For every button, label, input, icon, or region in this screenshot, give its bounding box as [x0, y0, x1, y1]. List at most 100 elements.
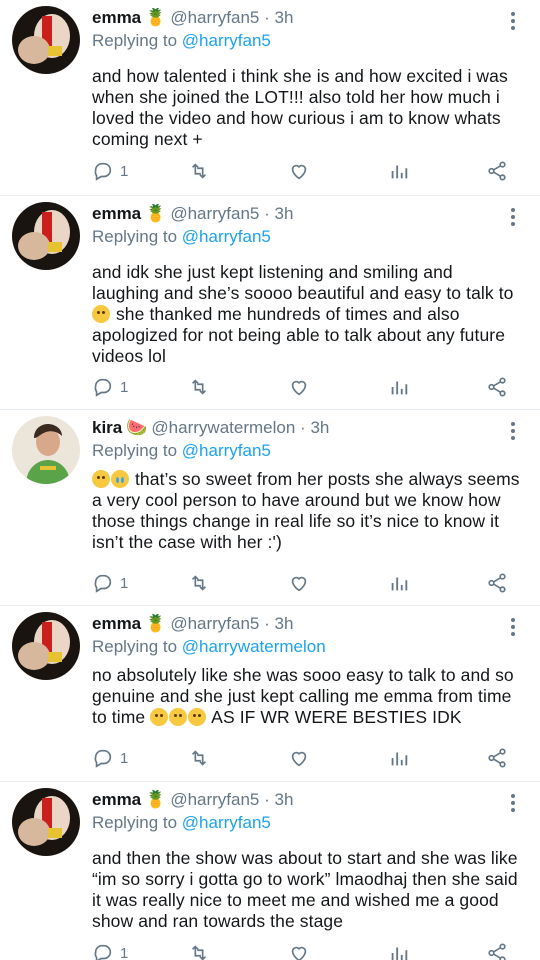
- tweet[interactable]: emma 🍍 @harryfan5 · 3h Replying to @harryw…: [0, 606, 540, 782]
- replying-to-label: Replying to: [92, 227, 178, 246]
- tweet-text: and then the show was about to start and…: [92, 848, 518, 931]
- display-name[interactable]: emma: [92, 8, 141, 27]
- like-button[interactable]: [288, 375, 310, 399]
- reply-count: 1: [120, 574, 129, 592]
- share-icon: [488, 943, 506, 960]
- avatar[interactable]: [12, 416, 80, 484]
- analytics-icon: [391, 381, 408, 395]
- avatar[interactable]: [12, 6, 80, 74]
- replying-to-label: Replying to: [92, 813, 178, 832]
- separator: ·: [264, 204, 270, 223]
- mention-link[interactable]: @harryfan5: [182, 813, 271, 832]
- replying-to-label: Replying to: [92, 31, 178, 50]
- retweet-icon: [191, 163, 207, 179]
- display-name[interactable]: emma: [92, 790, 141, 809]
- user-handle[interactable]: @harryfan5: [170, 8, 259, 27]
- analytics-button[interactable]: [388, 571, 410, 595]
- smiling-face-emoji: [150, 708, 169, 726]
- mention-link[interactable]: @harryfan5: [182, 441, 271, 460]
- more-icon[interactable]: [508, 206, 518, 228]
- tweet-text: that’s so sweet from her posts she alway…: [92, 469, 524, 553]
- tweet-text: and idk she just kept listening and smil…: [92, 262, 524, 367]
- analytics-icon: [391, 577, 408, 591]
- timestamp[interactable]: 3h: [310, 418, 329, 437]
- retweet-button[interactable]: [188, 571, 210, 595]
- share-button[interactable]: [486, 746, 508, 770]
- analytics-button[interactable]: [388, 159, 410, 183]
- tweet[interactable]: emma 🍍 @harryfan5 · 3h Replying to @harryf…: [0, 196, 540, 410]
- display-name[interactable]: kira: [92, 418, 122, 437]
- user-handle[interactable]: @harryfan5: [170, 204, 259, 223]
- timestamp[interactable]: 3h: [275, 204, 294, 223]
- smiling-face-emoji: [92, 305, 110, 323]
- reply-icon: [94, 574, 112, 593]
- avatar[interactable]: [12, 202, 80, 270]
- display-name[interactable]: emma: [92, 204, 141, 223]
- pineapple-emoji: 🍍: [145, 614, 167, 633]
- like-button[interactable]: [288, 571, 310, 595]
- pineapple-emoji: 🍍: [145, 204, 167, 223]
- like-button[interactable]: [288, 941, 310, 960]
- tweet-header: kira 🍉 @harrywatermelon · 3h: [92, 416, 524, 440]
- share-button[interactable]: [486, 375, 508, 399]
- share-icon: [488, 573, 506, 593]
- tweet[interactable]: kira 🍉 @harrywatermelon · 3h Replying to @…: [0, 410, 540, 606]
- replying-to-label: Replying to: [92, 441, 178, 460]
- retweet-icon: [191, 945, 207, 960]
- action-bar: 1: [92, 746, 516, 770]
- mention-link[interactable]: @harryfan5: [182, 227, 271, 246]
- replying-to-label: Replying to: [92, 637, 178, 656]
- share-button[interactable]: [486, 941, 508, 960]
- reply-button[interactable]: 1: [92, 746, 128, 770]
- reply-count: 1: [120, 162, 129, 180]
- reply-button[interactable]: 1: [92, 941, 128, 960]
- like-icon: [291, 380, 307, 396]
- avatar[interactable]: [12, 612, 80, 680]
- more-icon[interactable]: [508, 10, 518, 32]
- timestamp[interactable]: 3h: [275, 790, 294, 809]
- user-handle[interactable]: @harryfan5: [170, 614, 259, 633]
- display-name[interactable]: emma: [92, 614, 141, 633]
- share-button[interactable]: [486, 571, 508, 595]
- analytics-button[interactable]: [388, 941, 410, 960]
- tweet-thread: emma 🍍 @harryfan5 · 3h Replying to @harryf…: [0, 0, 540, 960]
- mention-link[interactable]: @harryfan5: [182, 31, 271, 50]
- watermelon-emoji: 🍉: [126, 418, 148, 437]
- retweet-button[interactable]: [188, 375, 210, 399]
- tweet-text-part: and idk she just kept listening and smil…: [92, 262, 514, 303]
- timestamp[interactable]: 3h: [275, 614, 294, 633]
- user-handle[interactable]: @harrywatermelon: [151, 418, 295, 437]
- replying-to: Replying to @harryfan5: [92, 440, 524, 462]
- tweet-text-part: that’s so sweet from her posts she alway…: [92, 469, 520, 552]
- separator: ·: [264, 790, 270, 809]
- retweet-button[interactable]: [188, 941, 210, 960]
- separator: ·: [264, 614, 270, 633]
- retweet-icon: [191, 750, 207, 766]
- reply-count: 1: [120, 749, 129, 767]
- reply-icon: [94, 944, 112, 960]
- reply-button[interactable]: 1: [92, 571, 128, 595]
- replying-to: Replying to @harryfan5: [92, 30, 524, 52]
- more-icon[interactable]: [508, 792, 518, 814]
- reply-count: 1: [120, 378, 129, 396]
- share-button[interactable]: [486, 159, 508, 183]
- tweet-text-part: she thanked me hundreds of times and als…: [92, 304, 506, 366]
- reply-button[interactable]: 1: [92, 159, 128, 183]
- tweet[interactable]: emma 🍍 @harryfan5 · 3h Replying to @harryf…: [0, 0, 540, 196]
- avatar[interactable]: [12, 788, 80, 856]
- user-handle[interactable]: @harryfan5: [170, 790, 259, 809]
- replying-to: Replying to @harrywatermelon: [92, 636, 524, 658]
- more-icon[interactable]: [508, 420, 518, 442]
- tweet-text: no absolutely like she was sooo easy to …: [92, 665, 524, 728]
- reply-button[interactable]: 1: [92, 375, 128, 399]
- like-button[interactable]: [288, 159, 310, 183]
- tweet[interactable]: emma 🍍 @harryfan5 · 3h Replying to @harryf…: [0, 782, 540, 960]
- more-icon[interactable]: [508, 616, 518, 638]
- like-button[interactable]: [288, 746, 310, 770]
- timestamp[interactable]: 3h: [275, 8, 294, 27]
- mention-link[interactable]: @harrywatermelon: [182, 637, 326, 656]
- retweet-button[interactable]: [188, 159, 210, 183]
- analytics-button[interactable]: [388, 746, 410, 770]
- analytics-button[interactable]: [388, 375, 410, 399]
- retweet-button[interactable]: [188, 746, 210, 770]
